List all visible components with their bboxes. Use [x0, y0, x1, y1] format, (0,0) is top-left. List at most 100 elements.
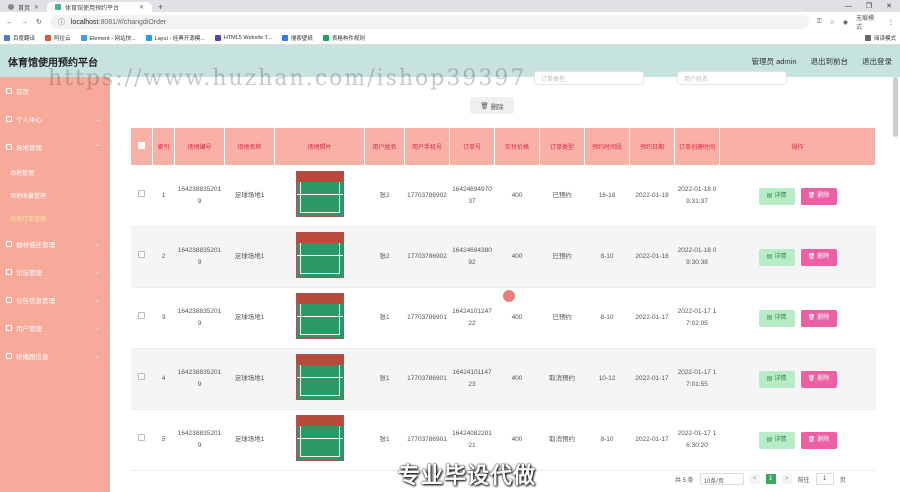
cell-name: 足球场地1 [224, 287, 275, 349]
forward-icon[interactable]: → [21, 19, 28, 26]
sidebar-item-equipment[interactable]: 器材借还管理 ⌄ [0, 230, 110, 258]
equipment-icon [6, 241, 12, 247]
chevron-down-icon: ⌄ [94, 353, 100, 360]
page-size-select[interactable]: 10条/页 [699, 473, 744, 485]
detail-button[interactable]: ▤ 详情 [758, 309, 795, 327]
browser-tab-home[interactable]: 首页 ✕ [0, 2, 47, 12]
venue-photo [295, 414, 344, 461]
cell-order-no: 1642469438092 [449, 226, 495, 288]
cell-created: 2022-01-18 09:30:38 [674, 226, 720, 288]
profile-icon[interactable]: ◉ [843, 19, 848, 26]
sidebar-item-users[interactable]: 用户管理 ⌄ [0, 314, 110, 342]
bookmark-item[interactable]: 阿拉云 [45, 34, 71, 42]
tab-label: 首页 [18, 5, 31, 12]
table-row: 2 1642388352019 足球场地1 张2 17703786902 164… [130, 226, 876, 288]
sidebar-item-forum[interactable]: 论坛管理 ⌄ [0, 258, 110, 286]
sidebar-item-notice[interactable]: 公告信息管理 ⌄ [0, 286, 110, 314]
bookmark-item[interactable]: 百度翻译 [4, 34, 35, 42]
tab-close-icon[interactable]: ✕ [139, 4, 144, 11]
delete-button[interactable]: 🗑 删除 [800, 370, 837, 388]
goto-page-input[interactable]: 1 [815, 473, 834, 485]
sidebar-sub-venue-orders[interactable]: 场地订单管理 [0, 207, 110, 230]
row-checkbox[interactable] [138, 434, 145, 441]
detail-button[interactable]: ▤ 详情 [758, 370, 795, 388]
sidebar-sub-venue-manage[interactable]: 场地管理 [0, 161, 110, 184]
cell-code: 1642388352019 [174, 409, 225, 471]
sidebar-item-profile[interactable]: 个人中心 ⌄ [0, 105, 110, 133]
detail-button[interactable]: ▤ 详情 [758, 248, 795, 266]
row-checkbox[interactable] [138, 251, 145, 258]
key-icon[interactable]: ⚿ [817, 19, 822, 26]
new-tab-icon[interactable]: + [152, 2, 169, 12]
browser-tab-platform[interactable]: 体育馆使用预约平台 ✕ [47, 2, 153, 12]
chevron-down-icon: ⌄ [94, 297, 100, 304]
detail-button[interactable]: ▤ 详情 [758, 187, 795, 205]
row-checkbox[interactable] [138, 373, 145, 380]
sidebar-item-carousel[interactable]: 轮播图信息 ⌄ [0, 342, 110, 370]
minimize-icon[interactable]: — [845, 3, 852, 10]
profile-label[interactable]: 无痕模式 [856, 13, 880, 31]
column-header: 订单创建时间 [674, 127, 720, 166]
window-controls: — ❐ ✕ [845, 0, 900, 12]
notice-icon [6, 297, 12, 303]
watermark-text: https://www.huzhan.com/ishop39397 [48, 66, 527, 91]
chevron-down-icon: ⌄ [94, 116, 100, 123]
cell-phone: 17703786902 [404, 165, 450, 227]
page-number-current[interactable]: 1 [765, 474, 776, 484]
cell-photo [274, 226, 365, 288]
order-type-select[interactable]: 订单类型 [534, 71, 644, 85]
cell-date: 2022-01-17 [629, 348, 675, 410]
info-icon[interactable]: ⓘ [58, 17, 65, 27]
reload-icon[interactable]: ↻ [36, 18, 42, 26]
back-icon[interactable]: ← [6, 19, 13, 26]
cell-type: 取消预约 [539, 348, 585, 410]
batch-delete-button[interactable]: 🗑 删除 [470, 97, 514, 114]
maximize-icon[interactable]: ❐ [866, 2, 872, 10]
cell-name: 足球场地1 [224, 409, 275, 471]
star-icon[interactable]: ☆ [829, 19, 834, 26]
select-all-checkbox[interactable] [138, 142, 145, 149]
back-to-front-link[interactable]: 退出到前台 [811, 56, 849, 67]
bookmark-item[interactable]: Element - 网站快... [80, 34, 136, 42]
bookmark-item[interactable]: 表格构件规则 [322, 34, 365, 42]
trash-icon: 🗑 [807, 437, 816, 443]
row-checkbox[interactable] [138, 190, 145, 197]
sidebar-sub-venue-favorites[interactable]: 场地收藏管理 [0, 184, 110, 207]
column-header: 场地名称 [224, 127, 275, 166]
reading-mode[interactable]: 阅读模式 [864, 34, 896, 42]
user-name-input[interactable]: 用户姓名 [677, 71, 787, 85]
bookmark-item[interactable]: 搜索壁纸 [281, 34, 313, 42]
table-row: 4 1642388352019 足球场地1 张1 17703786901 164… [130, 348, 876, 410]
sidebar-item-venue[interactable]: 场地管理 ⌃ [0, 133, 110, 161]
cell-date: 2022-01-18 [629, 226, 675, 288]
cell-index: 5 [152, 409, 175, 471]
logout-link[interactable]: 退出登录 [862, 56, 892, 67]
url-input[interactable]: ⓘ localhost:8081/#/changdiOrder [49, 15, 809, 29]
bookmark-icon [214, 35, 221, 41]
menu-icon[interactable]: ⋮ [888, 19, 894, 26]
bookmark-item[interactable]: Layui - 经典开源模... [145, 34, 205, 42]
close-window-icon[interactable]: ✕ [886, 2, 892, 10]
trash-icon: 🗑 [807, 376, 816, 382]
row-checkbox[interactable] [138, 312, 145, 319]
current-user: 管理员 admin [751, 56, 797, 66]
delete-button[interactable]: 🗑 删除 [800, 309, 837, 327]
delete-button[interactable]: 🗑 删除 [800, 248, 837, 266]
bookmark-item[interactable]: HTML5 Website T... [214, 35, 272, 41]
cell-photo [274, 409, 365, 471]
column-header: 订单号 [449, 127, 495, 166]
page-scrollbar[interactable] [893, 77, 898, 137]
detail-button[interactable]: ▤ 详情 [758, 431, 795, 449]
delete-button[interactable]: 🗑 删除 [800, 187, 837, 205]
cell-date: 2022-01-17 [629, 409, 675, 471]
doc-icon: ▤ [766, 193, 773, 199]
delete-button[interactable]: 🗑 删除 [800, 431, 837, 449]
column-header: 实付价格 [494, 127, 540, 166]
tab-close-icon[interactable]: ✕ [34, 4, 39, 11]
prev-page-button[interactable]: < [749, 474, 760, 484]
cell-date: 2022-01-19 [629, 165, 675, 227]
carousel-icon [6, 353, 12, 359]
home-icon [6, 88, 12, 94]
cell-code: 1642388352019 [174, 226, 225, 288]
next-page-button[interactable]: > [781, 474, 792, 484]
